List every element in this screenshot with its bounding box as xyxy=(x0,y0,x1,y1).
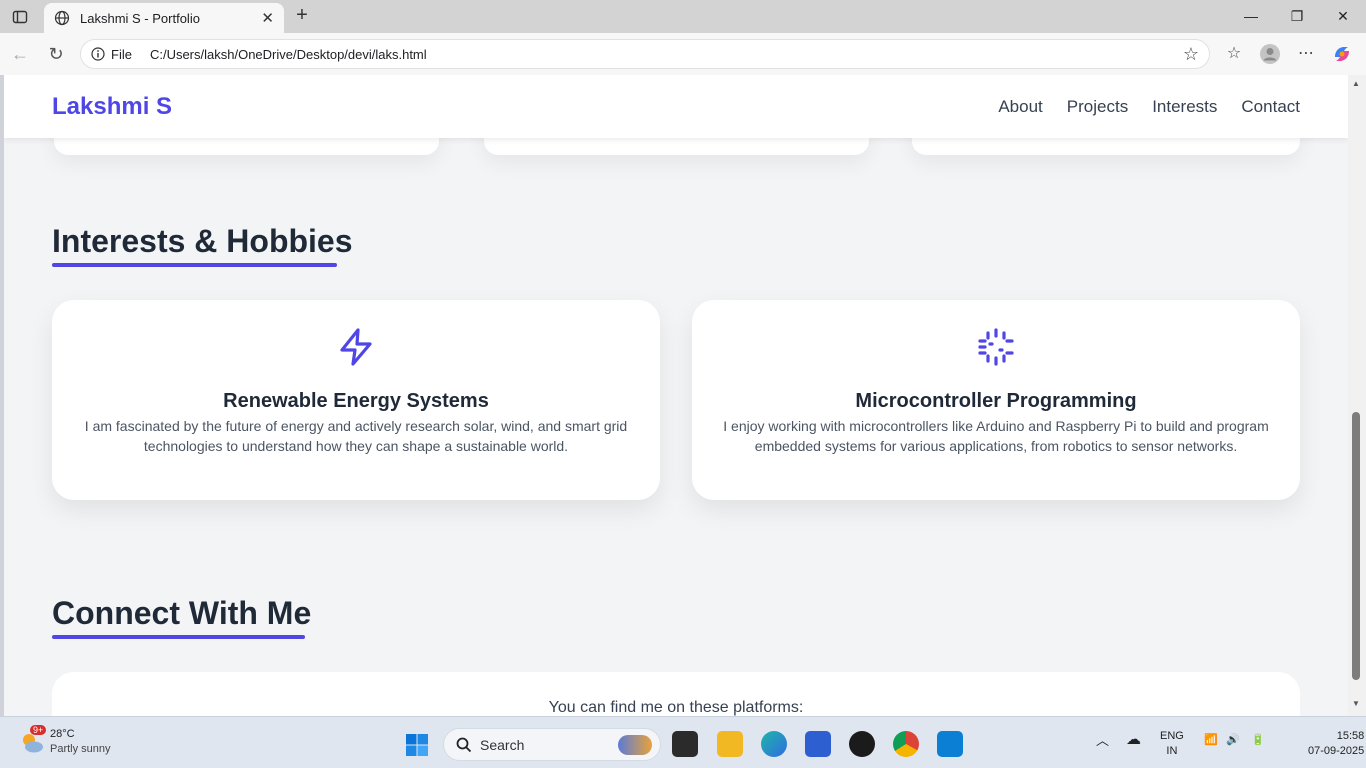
file-explorer-icon[interactable] xyxy=(717,731,743,757)
speedometer-app-icon[interactable] xyxy=(849,731,875,757)
maximize-icon[interactable]: ❐ xyxy=(1274,5,1320,27)
main-nav: About Projects Interests Contact xyxy=(998,97,1300,117)
scroll-down-icon[interactable]: ▼ xyxy=(1351,699,1361,708)
profile-avatar[interactable] xyxy=(1258,43,1282,67)
new-tab-button[interactable]: + xyxy=(290,4,314,28)
task-view-icon[interactable] xyxy=(672,731,698,757)
language-indicator[interactable]: ENG IN xyxy=(1160,729,1184,759)
clock-time: 15:58 xyxy=(1336,730,1365,742)
close-tab-icon[interactable]: ✕ xyxy=(261,9,274,27)
interest-card-title: Microcontroller Programming xyxy=(855,390,1137,412)
wifi-icon[interactable]: 📶 xyxy=(1204,733,1218,748)
notification-badge: 9+ xyxy=(30,725,47,735)
more-options-icon[interactable]: ⋯ xyxy=(1294,43,1318,67)
clock-date: 07-09-2025 xyxy=(1308,745,1365,757)
language-code: ENG xyxy=(1160,730,1184,742)
site-header: Lakshmi S About Projects Interests Conta… xyxy=(4,75,1348,138)
title-underline xyxy=(52,263,337,267)
search-icon xyxy=(456,737,472,752)
scroll-up-icon[interactable]: ▲ xyxy=(1351,79,1361,88)
search-highlight-icon xyxy=(618,734,652,755)
close-window-icon[interactable]: ✕ xyxy=(1320,5,1366,27)
connect-section-title: Connect With Me xyxy=(52,595,312,631)
vscode-icon[interactable] xyxy=(937,731,963,757)
lightning-icon xyxy=(340,328,372,366)
refresh-icon[interactable]: ↻ xyxy=(44,42,68,66)
nav-interests[interactable]: Interests xyxy=(1152,97,1217,117)
browser-toolbar: ← ↻ File C:/Users/laksh/OneDrive/Desktop… xyxy=(0,33,1366,75)
connect-card: You can find me on these platforms: xyxy=(52,672,1300,716)
address-bar[interactable]: File C:/Users/laksh/OneDrive/Desktop/dev… xyxy=(80,39,1210,69)
search-label: Search xyxy=(480,736,525,753)
back-icon[interactable]: ← xyxy=(8,42,32,66)
nav-contact[interactable]: Contact xyxy=(1241,97,1300,117)
browser-tab[interactable]: Lakshmi S - Portfolio ✕ xyxy=(44,3,284,33)
scroll-thumb[interactable] xyxy=(1352,412,1360,680)
interest-card-text: I am fascinated by the future of energy … xyxy=(84,418,628,454)
volume-icon[interactable]: 🔊 xyxy=(1226,733,1240,748)
weather-widget[interactable]: 9+ 28°C Partly sunny xyxy=(18,725,111,757)
minimize-icon[interactable]: — xyxy=(1228,5,1274,27)
taskbar: 9+ 28°C Partly sunny Search ︿ ☁ ENG IN 📶… xyxy=(0,716,1366,768)
interest-card-text: I enjoy working with microcontrollers li… xyxy=(723,418,1269,454)
nav-about[interactable]: About xyxy=(998,97,1042,117)
favorites-icon[interactable]: ☆ xyxy=(1222,43,1246,67)
page-viewport: Lakshmi S About Projects Interests Conta… xyxy=(4,75,1348,716)
windows-start-icon[interactable] xyxy=(405,733,429,757)
clock[interactable]: 15:58 07-09-2025 xyxy=(1308,729,1364,759)
region-code: IN xyxy=(1166,745,1178,757)
chip-icon xyxy=(978,328,1014,366)
store-icon[interactable] xyxy=(805,731,831,757)
info-icon xyxy=(91,47,105,61)
onedrive-icon[interactable]: ☁ xyxy=(1126,732,1141,747)
weather-condition: Partly sunny xyxy=(50,743,111,755)
chrome-icon[interactable] xyxy=(893,731,919,757)
favorite-star-icon[interactable]: ☆ xyxy=(1183,44,1199,65)
interest-card-renewable: Renewable Energy Systems I am fascinated… xyxy=(52,300,660,500)
taskbar-search[interactable]: Search xyxy=(443,728,661,761)
tab-title: Lakshmi S - Portfolio xyxy=(80,10,200,26)
connect-text: You can find me on these platforms: xyxy=(548,699,804,716)
site-logo[interactable]: Lakshmi S xyxy=(52,93,172,121)
copilot-icon[interactable] xyxy=(1330,43,1354,67)
page-scrollbar[interactable]: ▲ ▼ xyxy=(1348,75,1366,716)
tray-overflow-icon[interactable]: ︿ xyxy=(1096,733,1109,748)
tab-actions-icon[interactable] xyxy=(10,7,30,27)
interest-card-title: Renewable Energy Systems xyxy=(223,390,489,412)
interest-card-microcontroller: Microcontroller Programming I enjoy work… xyxy=(692,300,1300,500)
interests-section-title: Interests & Hobbies xyxy=(52,223,353,259)
weather-temp: 28°C xyxy=(50,728,75,740)
address-info-label: File xyxy=(111,46,132,62)
nav-projects[interactable]: Projects xyxy=(1067,97,1128,117)
edge-icon[interactable] xyxy=(761,731,787,757)
title-underline xyxy=(52,635,305,639)
battery-icon[interactable]: 🔋 xyxy=(1251,733,1265,748)
globe-icon xyxy=(54,10,70,26)
url-text[interactable]: C:/Users/laksh/OneDrive/Desktop/devi/lak… xyxy=(150,47,1183,62)
tab-bar: Lakshmi S - Portfolio ✕ + — ❐ ✕ xyxy=(0,0,1366,33)
